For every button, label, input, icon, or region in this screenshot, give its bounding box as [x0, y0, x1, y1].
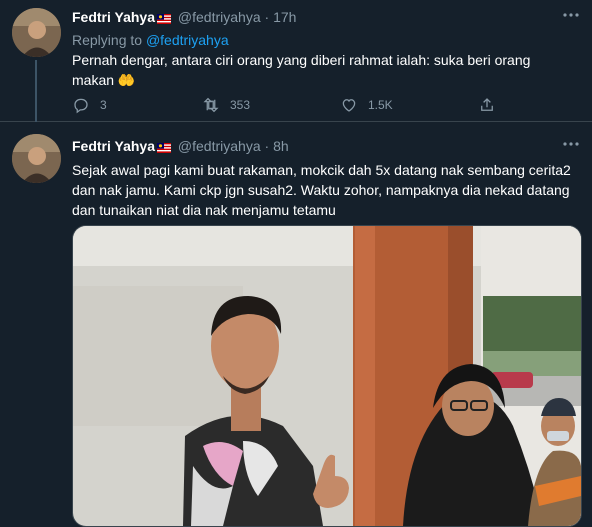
malaysia-flag-icon — [157, 140, 172, 156]
like-count: 1.5K — [368, 98, 393, 112]
heart-icon — [342, 99, 356, 112]
avatar[interactable] — [12, 134, 61, 183]
more-icon[interactable] — [560, 7, 582, 21]
tweet-header: Fedtri Yahya @fedtriyahya · 17h — [72, 9, 296, 27]
display-name[interactable]: Fedtri Yahya — [72, 138, 155, 154]
photo-illustration — [73, 226, 581, 526]
tweet-text: Sejak awal pagi kami buat rakaman, mokci… — [72, 162, 571, 218]
avatar[interactable] — [12, 8, 61, 57]
replying-handle-link[interactable]: @fedtriyahya — [146, 32, 229, 48]
tweet[interactable]: Fedtri Yahya @fedtriyahya · 8h Sejak awa… — [0, 122, 592, 527]
replying-to: Replying to @fedtriyahya — [72, 32, 229, 48]
reply-count: 3 — [100, 98, 107, 112]
separator: · — [264, 9, 270, 25]
thread-line — [35, 60, 37, 122]
replying-label: Replying to — [72, 32, 143, 48]
like-button[interactable]: 1.5K — [340, 96, 393, 114]
tweet-photo[interactable] — [72, 225, 582, 527]
handle[interactable]: @fedtriyahya — [178, 9, 261, 25]
timestamp[interactable]: 17h — [273, 9, 296, 25]
tweet-actions: 3 353 1.5K — [72, 96, 552, 116]
retweet-icon — [203, 97, 219, 113]
display-name[interactable]: Fedtri Yahya — [72, 9, 155, 25]
timestamp[interactable]: 8h — [273, 138, 289, 154]
share-button[interactable] — [478, 96, 506, 114]
reply-icon — [74, 98, 88, 114]
tweet-reply[interactable]: Fedtri Yahya @fedtriyahya · 17h Replying… — [0, 0, 592, 122]
reply-button[interactable]: 3 — [72, 96, 107, 114]
handle[interactable]: @fedtriyahya — [178, 138, 261, 154]
retweet-button[interactable]: 353 — [202, 96, 250, 114]
tweet-text: Pernah dengar, antara ciri orang yang di… — [72, 52, 531, 88]
share-icon — [481, 98, 493, 111]
more-icon[interactable] — [560, 136, 582, 150]
malaysia-flag-icon — [157, 11, 172, 27]
separator: · — [264, 138, 270, 154]
tweet-header: Fedtri Yahya @fedtriyahya · 8h — [72, 138, 289, 156]
retweet-count: 353 — [230, 98, 251, 112]
